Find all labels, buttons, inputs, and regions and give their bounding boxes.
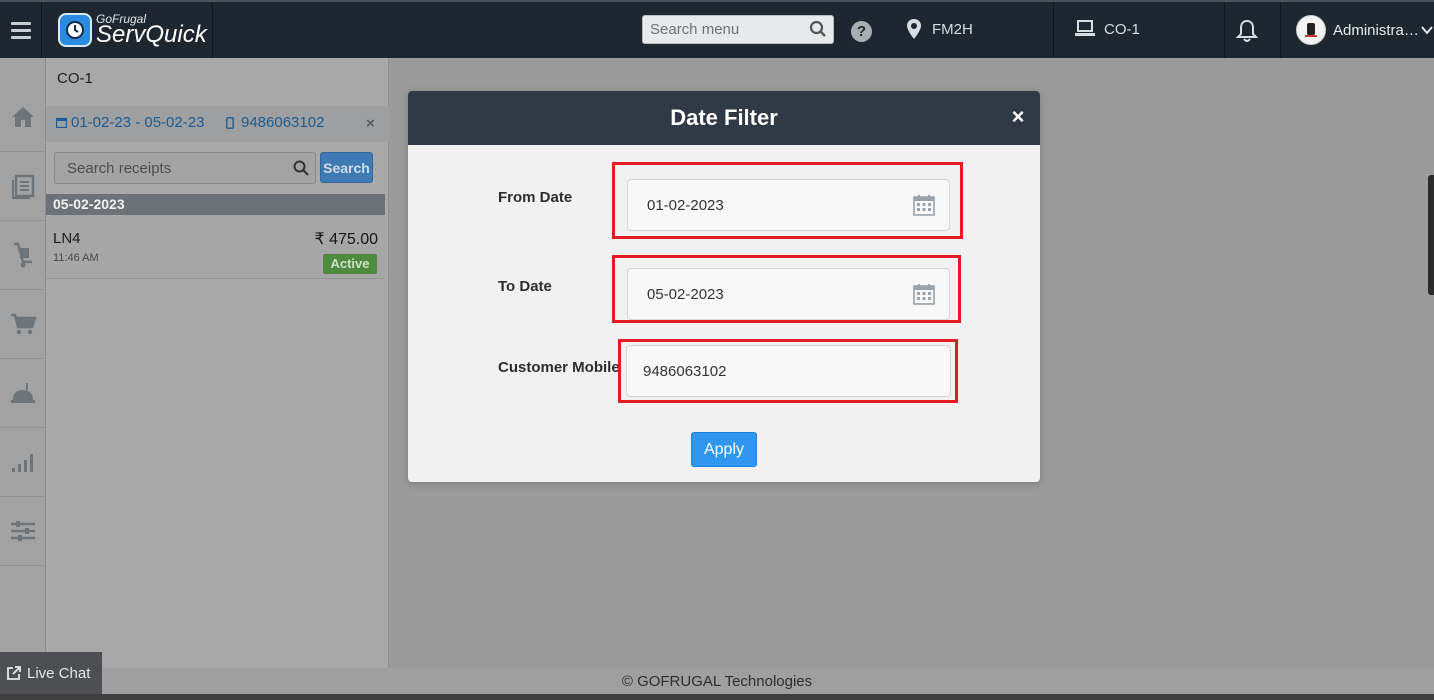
to-date-field xyxy=(627,268,950,320)
to-date-input[interactable] xyxy=(628,269,898,319)
applied-filter-bar: 01-02-23 - 05-02-23 9486063102 × xyxy=(46,106,389,142)
customer-mobile-field xyxy=(626,345,951,397)
customer-mobile-input[interactable] xyxy=(627,346,897,396)
search-menu-box xyxy=(642,15,834,44)
location-pin-icon xyxy=(907,19,921,39)
live-chat-label: Live Chat xyxy=(27,664,91,682)
user-name: Administra… xyxy=(1333,21,1419,39)
logo-title: ServQuick xyxy=(96,21,207,48)
filter-mobile[interactable]: 9486063102 xyxy=(226,114,324,131)
receipt-row[interactable]: LN4 11:46 AM ₹ 475.00 Active xyxy=(46,215,385,279)
filter-date-range[interactable]: 01-02-23 - 05-02-23 xyxy=(56,114,204,131)
receipt-search-button[interactable]: Search xyxy=(320,152,373,183)
top-bar: GoFrugal ServQuick ? FM2H CO-1 Administr… xyxy=(0,0,1434,58)
delivery-trolley-icon[interactable] xyxy=(0,221,46,290)
footer-base-strip xyxy=(0,694,1434,700)
modal-header: Date Filter × xyxy=(408,91,1040,145)
laptop-icon xyxy=(1075,20,1095,36)
footer: © GOFRUGAL Technologies xyxy=(0,668,1434,696)
customer-mobile-label: Customer Mobile xyxy=(498,359,620,376)
modal-title: Date Filter xyxy=(670,105,778,130)
receipts-panel: CO-1 01-02-23 - 05-02-23 9486063102 × Se… xyxy=(46,58,389,668)
receipt-search-box xyxy=(54,152,316,184)
to-date-label: To Date xyxy=(498,278,552,295)
counter-label: CO-1 xyxy=(1104,20,1140,38)
receipt-date-group: 05-02-2023 xyxy=(46,194,385,215)
filter-date-text: 01-02-23 - 05-02-23 xyxy=(71,114,205,131)
clock-logo-icon xyxy=(58,13,92,47)
search-icon xyxy=(293,160,309,181)
from-date-input[interactable] xyxy=(628,180,898,230)
calendar-icon xyxy=(56,117,67,128)
mobile-phone-icon xyxy=(226,116,234,129)
serving-bell-icon[interactable] xyxy=(0,359,46,428)
side-nav-rail xyxy=(0,58,46,668)
location-selector[interactable]: FM2H xyxy=(906,18,973,40)
app-logo[interactable]: GoFrugal ServQuick xyxy=(58,10,207,50)
clear-filter-close-icon[interactable]: × xyxy=(366,115,375,132)
location-label: FM2H xyxy=(932,20,973,38)
receipt-search-input[interactable] xyxy=(55,153,285,183)
home-icon[interactable] xyxy=(0,83,46,152)
from-date-field xyxy=(627,179,950,231)
reports-signal-icon[interactable] xyxy=(0,428,46,497)
receipt-id: LN4 xyxy=(53,230,81,247)
chevron-down-icon xyxy=(1421,22,1433,39)
copyright-text: © GOFRUGAL Technologies xyxy=(621,673,813,690)
close-icon[interactable]: × xyxy=(1008,106,1028,128)
help-icon[interactable]: ? xyxy=(851,21,872,42)
filter-mobile-text: 9486063102 xyxy=(241,114,325,131)
side-drawer-tab[interactable] xyxy=(1428,175,1434,295)
from-date-label: From Date xyxy=(498,189,573,206)
search-icon[interactable] xyxy=(809,20,827,43)
calendar-icon[interactable] xyxy=(913,194,935,221)
settings-sliders-icon[interactable] xyxy=(0,497,46,566)
notification-bell-icon[interactable] xyxy=(1235,19,1259,48)
live-chat-button[interactable]: Live Chat xyxy=(0,652,102,694)
receipts-icon[interactable] xyxy=(0,152,46,221)
cart-icon[interactable] xyxy=(0,290,46,359)
search-menu-input[interactable] xyxy=(643,16,803,43)
calendar-icon[interactable] xyxy=(913,283,935,310)
receipt-time: 11:46 AM xyxy=(53,252,99,264)
panel-title: CO-1 xyxy=(57,70,93,87)
external-link-icon xyxy=(7,666,21,680)
receipt-amount: ₹ 475.00 xyxy=(314,231,378,248)
hamburger-menu-icon[interactable] xyxy=(0,2,42,58)
status-badge: Active xyxy=(323,254,377,274)
avatar xyxy=(1296,15,1326,45)
date-filter-modal: Date Filter × From Date To Date Customer… xyxy=(408,91,1040,482)
user-menu[interactable]: Administra… xyxy=(1296,15,1433,45)
apply-button[interactable]: Apply xyxy=(691,432,757,467)
counter-selector[interactable]: CO-1 xyxy=(1074,20,1140,38)
